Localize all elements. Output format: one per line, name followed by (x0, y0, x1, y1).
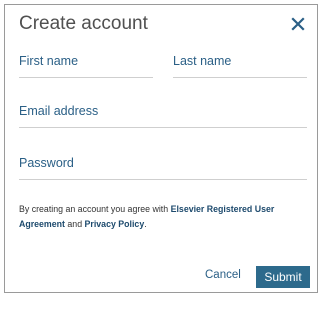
first-name-field[interactable]: First name (19, 54, 153, 78)
cancel-button[interactable]: Cancel (205, 269, 241, 281)
password-field[interactable]: Password (19, 156, 307, 180)
first-name-underline (19, 77, 153, 78)
email-field[interactable]: Email address (19, 104, 307, 128)
submit-button[interactable]: Submit (256, 266, 310, 288)
email-underline (19, 127, 307, 128)
agreement-prefix: By creating an account you agree with (19, 204, 169, 214)
last-name-field[interactable]: Last name (173, 54, 307, 78)
agreement-middle: and (67, 219, 83, 229)
last-name-underline (173, 77, 307, 78)
password-underline (19, 179, 307, 180)
dialog-title: Create account (19, 13, 148, 34)
agreement-text: By creating an account you agree with El… (19, 202, 309, 232)
create-account-dialog: Create account First name Last name Emai… (4, 4, 318, 293)
last-name-label: Last name (173, 54, 232, 68)
email-label: Email address (19, 104, 99, 118)
agreement-suffix: . (144, 219, 147, 229)
first-name-label: First name (19, 54, 79, 68)
close-icon[interactable] (291, 17, 305, 31)
privacy-policy-link[interactable]: Privacy Policy (85, 219, 145, 229)
password-label: Password (19, 156, 74, 170)
